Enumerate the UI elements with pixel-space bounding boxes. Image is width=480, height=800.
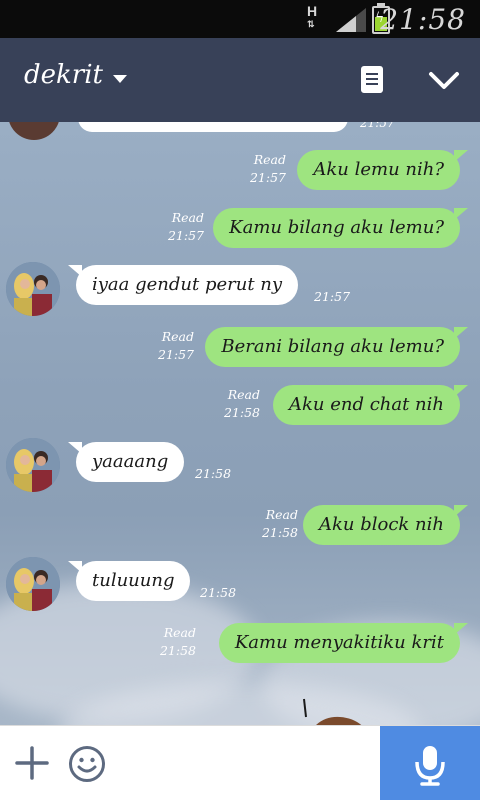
read-status: Read [227, 387, 260, 402]
message-time: 21:58 [223, 405, 260, 420]
message-meta: Read 21:57 [250, 151, 286, 187]
chat-header: dekrit [0, 38, 480, 122]
microphone-icon [415, 746, 445, 786]
avatar[interactable] [6, 438, 60, 492]
signal-icon [336, 8, 366, 32]
message-meta: Read 21:58 [224, 386, 260, 422]
status-bar: H ⇅ ϟ 21:58 [0, 0, 480, 38]
message-bubble-incoming[interactable]: tuluuung [67, 561, 191, 601]
message-bubble-incoming[interactable]: iyaa gendut perut ny [67, 265, 299, 305]
message-bubble-incoming[interactable] [78, 122, 348, 132]
status-time: 21:58 [380, 3, 466, 36]
message-bubble-outgoing[interactable]: Kamu menyakitiku krit [218, 623, 469, 663]
message-time: 21:58 [261, 525, 298, 540]
avatar[interactable] [6, 557, 60, 611]
message-meta: Read 21:58 [262, 506, 298, 542]
smiley-icon[interactable] [68, 745, 106, 783]
read-status: Read [253, 152, 286, 167]
plus-icon[interactable] [14, 745, 50, 781]
read-status: Read [171, 210, 204, 225]
message-time: 21:57 [314, 289, 351, 304]
message-input[interactable] [116, 736, 374, 790]
mic-button[interactable] [380, 726, 480, 800]
message-time: 21:58 [200, 585, 237, 600]
avatar-photo [6, 438, 60, 492]
network-arrows: ⇅ [307, 19, 315, 29]
message-meta: Read 21:58 [160, 624, 196, 660]
network-type: H [307, 3, 318, 19]
message-time: 21:57 [157, 347, 194, 362]
read-status: Read [265, 507, 298, 522]
message-meta: Read 21:57 [158, 328, 194, 364]
input-bar [0, 725, 480, 800]
chat-area[interactable]: 21:57 Read 21:57 Aku lemu nih? Read 21:5… [0, 122, 480, 725]
avatar[interactable] [8, 122, 60, 140]
check-icon[interactable] [428, 68, 460, 92]
message-bubble-outgoing[interactable]: Kamu bilang aku lemu? [213, 208, 468, 248]
message-time: 21:58 [159, 643, 196, 658]
note-icon[interactable] [361, 66, 383, 93]
network-indicator: H ⇅ [307, 3, 318, 31]
background-character [303, 698, 362, 725]
caret-down-icon[interactable] [113, 75, 127, 83]
message-bubble-incoming[interactable]: yaaaang [67, 442, 185, 482]
message-time: 21:58 [195, 466, 232, 481]
message-bubble-outgoing[interactable]: Aku end chat nih [272, 385, 469, 425]
avatar-photo [6, 262, 60, 316]
message-bubble-outgoing[interactable]: Aku lemu nih? [297, 150, 468, 190]
read-status: Read [161, 329, 194, 344]
message-meta: Read 21:57 [168, 209, 204, 245]
message-time: 21:57 [249, 170, 286, 185]
message-bubble-outgoing[interactable]: Aku block nih [303, 505, 468, 545]
message-time: 21:57 [360, 122, 395, 130]
chat-title[interactable]: dekrit [24, 60, 103, 90]
message-time: 21:57 [167, 228, 204, 243]
avatar-photo [6, 557, 60, 611]
read-status: Read [163, 625, 196, 640]
message-bubble-outgoing[interactable]: Berani bilang aku lemu? [205, 327, 468, 367]
avatar[interactable] [6, 262, 60, 316]
